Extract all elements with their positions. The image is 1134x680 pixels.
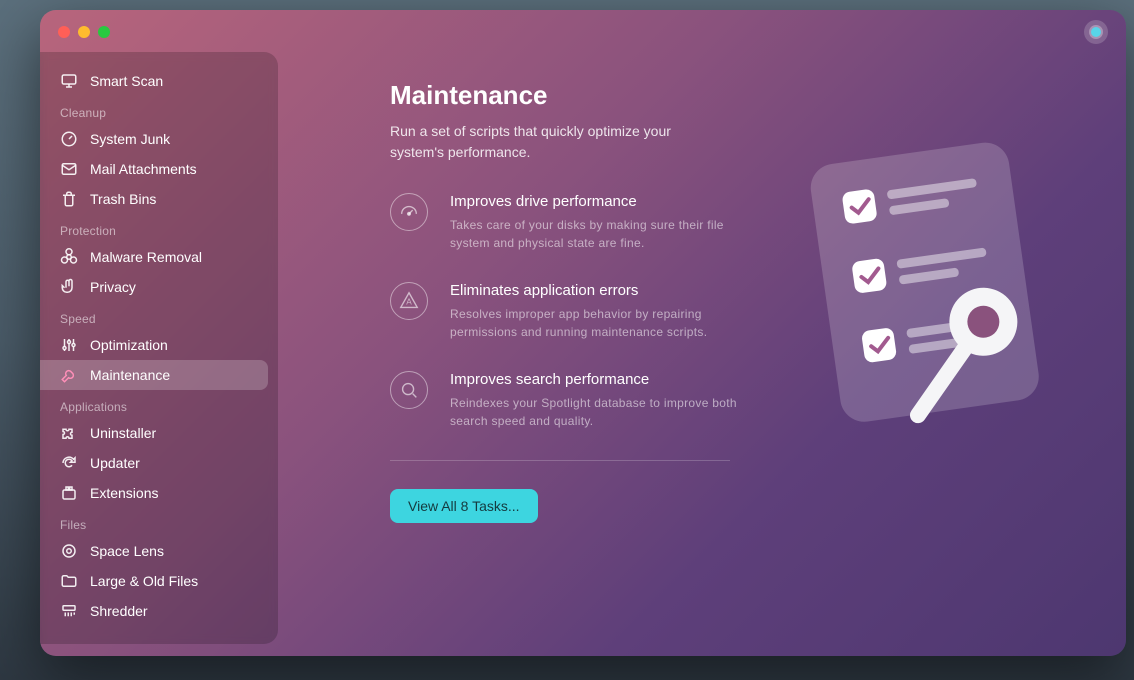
sidebar-item-trash-bins[interactable]: Trash Bins	[40, 184, 268, 214]
page-title: Maintenance	[390, 80, 1086, 111]
refresh-icon	[60, 454, 78, 472]
feature-title: Improves search performance	[450, 371, 750, 388]
feature-row: Improves search performance Reindexes you…	[390, 371, 750, 430]
sidebar-item-malware-removal[interactable]: Malware Removal	[40, 242, 268, 272]
maintenance-illustration	[796, 130, 1086, 450]
sidebar-item-label: Malware Removal	[90, 249, 202, 265]
sidebar-item-maintenance[interactable]: Maintenance	[40, 360, 268, 390]
maximize-window-button[interactable]	[98, 26, 110, 38]
sidebar-item-privacy[interactable]: Privacy	[40, 272, 268, 302]
feature-row: A Eliminates application errors Resolves i…	[390, 282, 750, 341]
svg-text:A: A	[406, 298, 412, 307]
sidebar-section-protection: Protection	[40, 214, 268, 242]
sidebar-item-label: Large & Old Files	[90, 573, 198, 589]
sidebar-item-large-old-files[interactable]: Large & Old Files	[40, 566, 268, 596]
divider	[390, 460, 730, 461]
wrench-icon	[60, 366, 78, 384]
feature-title: Improves drive performance	[450, 193, 750, 210]
sidebar-item-label: Trash Bins	[90, 191, 156, 207]
sidebar-item-system-junk[interactable]: System Junk	[40, 124, 268, 154]
assistant-icon	[1091, 27, 1101, 37]
sidebar-section-speed: Speed	[40, 302, 268, 330]
sidebar-item-label: Optimization	[90, 337, 168, 353]
sidebar-item-label: Maintenance	[90, 367, 170, 383]
sidebar-item-shredder[interactable]: Shredder	[40, 596, 268, 626]
feature-description: Resolves improper app behavior by repair…	[450, 305, 750, 341]
assistant-button[interactable]	[1084, 20, 1108, 44]
warning-triangle-icon: A	[390, 282, 428, 320]
sidebar-item-label: Space Lens	[90, 543, 164, 559]
monitor-icon	[60, 72, 78, 90]
lens-icon	[60, 542, 78, 560]
speedometer-icon	[390, 193, 428, 231]
gauge-icon	[60, 130, 78, 148]
titlebar	[40, 10, 1126, 54]
feature-description: Reindexes your Spotlight database to imp…	[450, 394, 750, 430]
sidebar-section-cleanup: Cleanup	[40, 96, 268, 124]
addon-icon	[60, 484, 78, 502]
window-controls	[58, 26, 110, 38]
shredder-icon	[60, 602, 78, 620]
sidebar-item-smart-scan[interactable]: Smart Scan	[40, 66, 268, 96]
biohazard-icon	[60, 248, 78, 266]
sidebar-item-label: Mail Attachments	[90, 161, 197, 177]
sidebar-item-label: Smart Scan	[90, 73, 163, 89]
sidebar-item-label: Shredder	[90, 603, 148, 619]
sidebar-section-applications: Applications	[40, 390, 268, 418]
sidebar-item-label: Extensions	[90, 485, 158, 501]
sidebar-item-mail-attachments[interactable]: Mail Attachments	[40, 154, 268, 184]
sidebar-item-updater[interactable]: Updater	[40, 448, 268, 478]
feature-description: Takes care of your disks by making sure …	[450, 216, 750, 252]
folder-icon	[60, 572, 78, 590]
sidebar: Smart Scan Cleanup System Junk Mail Attach…	[40, 52, 278, 644]
feature-title: Eliminates application errors	[450, 282, 750, 299]
sidebar-section-files: Files	[40, 508, 268, 536]
minimize-window-button[interactable]	[78, 26, 90, 38]
sidebar-item-label: Updater	[90, 455, 140, 471]
sidebar-item-uninstaller[interactable]: Uninstaller	[40, 418, 268, 448]
close-window-button[interactable]	[58, 26, 70, 38]
puzzle-icon	[60, 424, 78, 442]
trash-icon	[60, 190, 78, 208]
feature-row: Improves drive performance Takes care of …	[390, 193, 750, 252]
sidebar-item-label: System Junk	[90, 131, 170, 147]
view-all-tasks-button[interactable]: View All 8 Tasks...	[390, 489, 538, 523]
sidebar-item-space-lens[interactable]: Space Lens	[40, 536, 268, 566]
app-window: Smart Scan Cleanup System Junk Mail Attach…	[40, 10, 1126, 656]
sliders-icon	[60, 336, 78, 354]
magnifier-icon	[390, 371, 428, 409]
sidebar-item-label: Privacy	[90, 279, 136, 295]
envelope-icon	[60, 160, 78, 178]
sidebar-item-label: Uninstaller	[90, 425, 156, 441]
sidebar-item-optimization[interactable]: Optimization	[40, 330, 268, 360]
hand-icon	[60, 278, 78, 296]
page-subtitle: Run a set of scripts that quickly optimi…	[390, 121, 690, 163]
sidebar-item-extensions[interactable]: Extensions	[40, 478, 268, 508]
